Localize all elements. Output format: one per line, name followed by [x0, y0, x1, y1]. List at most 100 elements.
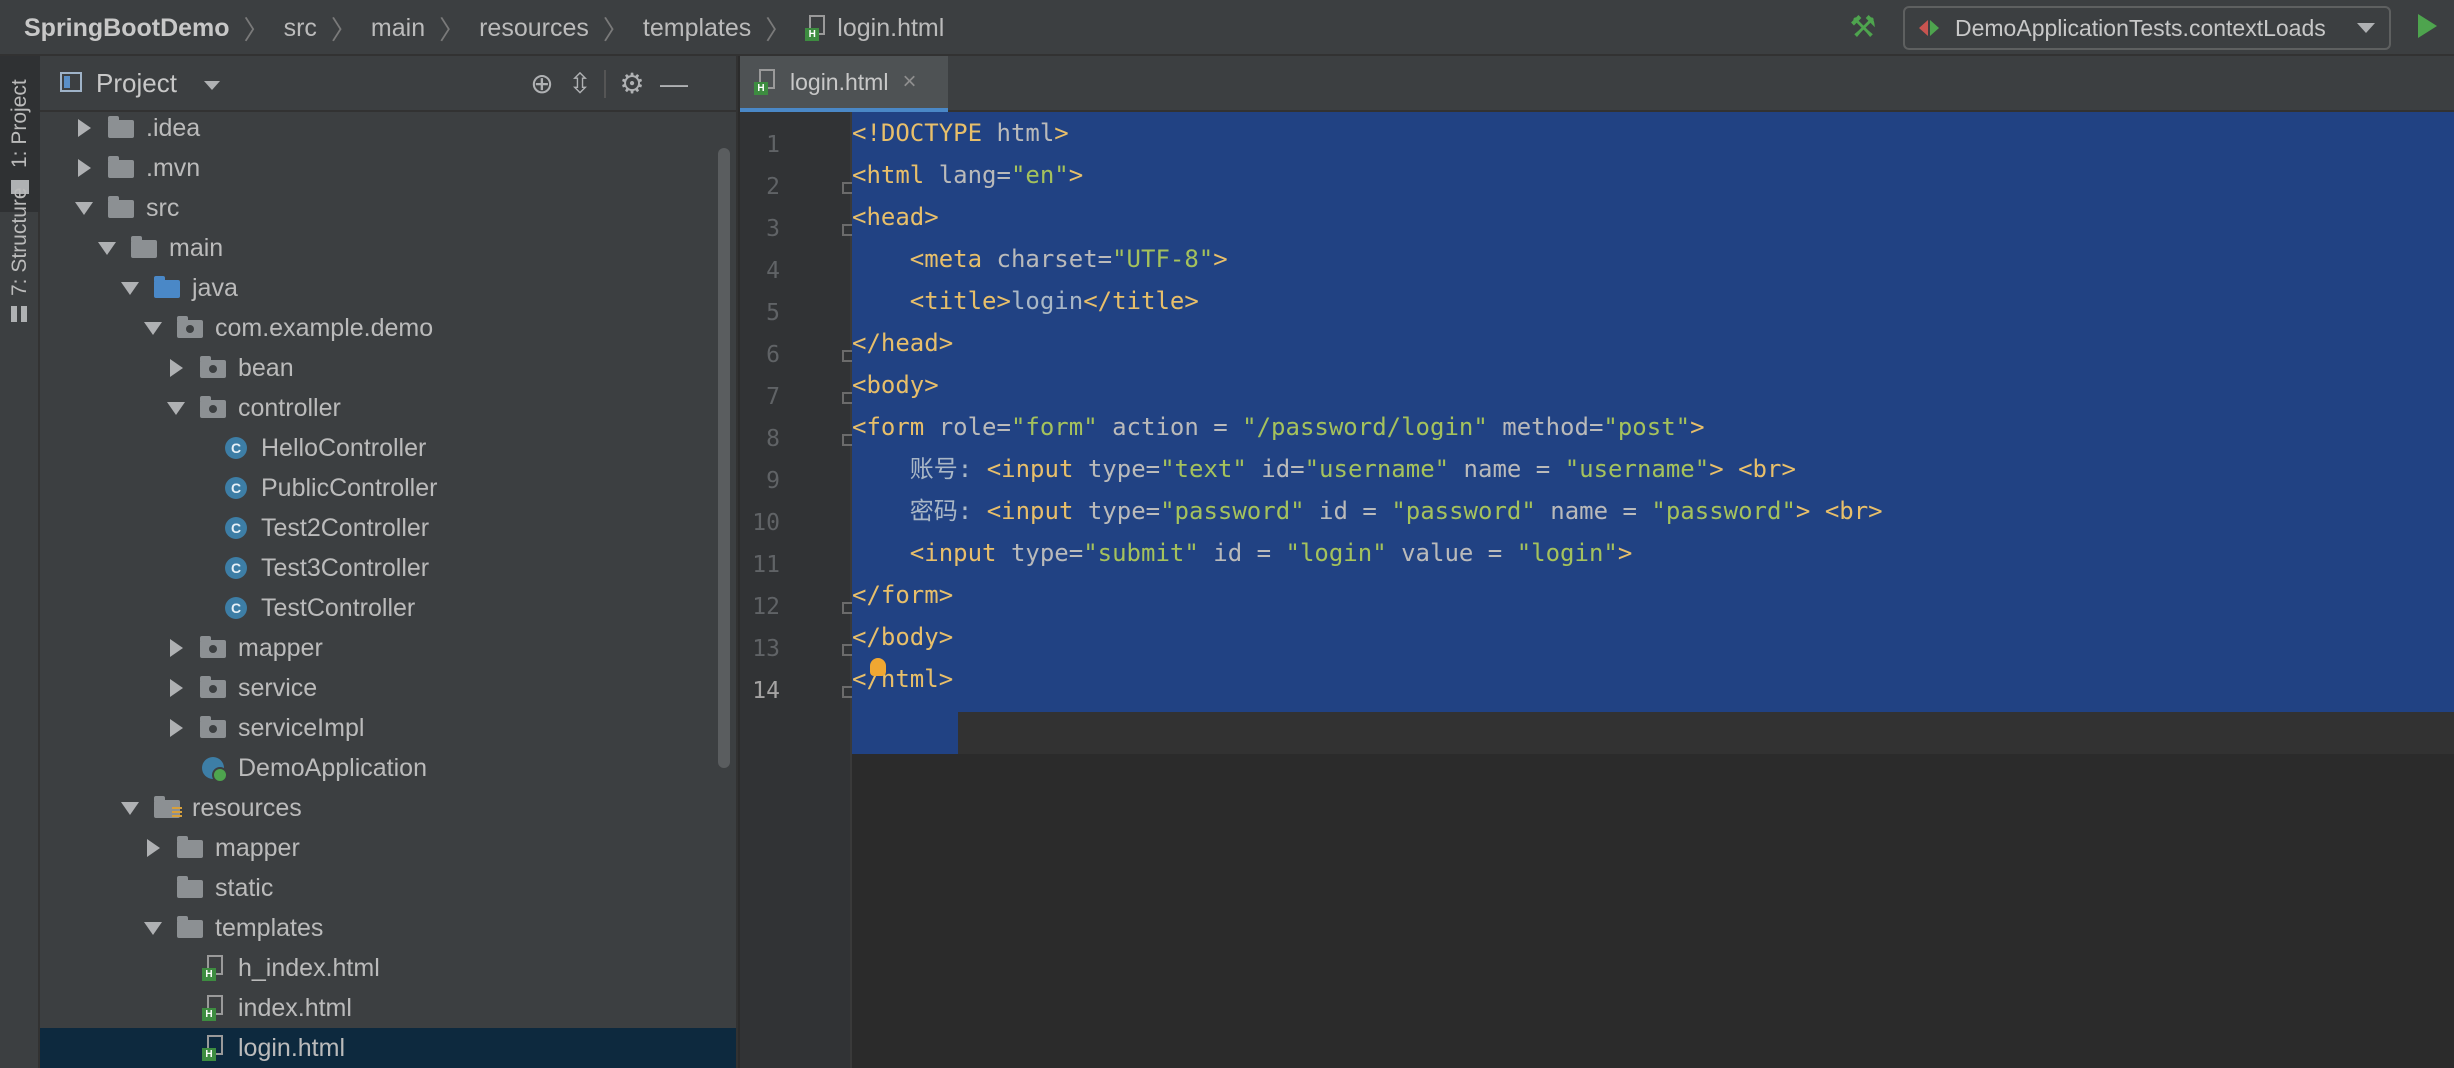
line-number: 13 — [752, 636, 780, 662]
expand-arrow-icon[interactable] — [143, 838, 163, 858]
tree-item[interactable]: src — [40, 188, 736, 228]
collapse-arrow-icon[interactable] — [143, 918, 163, 938]
collapse-arrow-icon[interactable] — [74, 198, 94, 218]
breadcrumb-file[interactable]: H login.html — [805, 14, 944, 43]
folder-icon — [108, 196, 134, 219]
tree-item[interactable]: static — [40, 868, 736, 908]
tree-item[interactable]: resources — [40, 788, 736, 828]
folder-icon — [131, 236, 157, 259]
collapse-arrow-icon[interactable] — [120, 278, 140, 298]
spring-boot-class-icon — [200, 757, 228, 783]
line-number: 1 — [766, 132, 780, 158]
build-hammer-icon[interactable]: ⚒ — [1846, 12, 1880, 44]
code-editor[interactable]: <!DOCTYPE html> <html lang="en"> <head> <m… — [852, 112, 2454, 1068]
code-token: </body> — [852, 623, 954, 651]
expand-arrow-icon[interactable] — [166, 638, 186, 658]
package-icon — [177, 316, 203, 339]
breadcrumb-main[interactable]: main — [371, 14, 425, 43]
editor-area: H login.html × 1 2 3 4 5 6 7 8 9 10 11 12 13 14 <!DOC… — [740, 56, 2454, 1068]
tool-window-project-label: 1: Project — [8, 79, 31, 168]
code-token: "en" — [1010, 161, 1069, 189]
line-number: 14 — [752, 678, 780, 704]
tree-item[interactable]: C TestController — [40, 588, 736, 628]
expand-arrow-icon[interactable] — [166, 358, 186, 378]
locate-file-crosshair-icon[interactable]: ⊕ — [524, 66, 560, 102]
tree-item[interactable]: com.example.demo — [40, 308, 736, 348]
tree-item[interactable]: service — [40, 668, 736, 708]
code-token: > — [1690, 413, 1705, 441]
breadcrumb-src[interactable]: src — [284, 14, 317, 43]
run-play-icon[interactable] — [2418, 14, 2437, 38]
line-number: 2 — [766, 174, 780, 200]
expand-arrow-icon[interactable] — [166, 678, 186, 698]
line-number: 7 — [766, 384, 780, 410]
close-tab-icon[interactable]: × — [902, 68, 916, 96]
tree-item-label: .mvn — [146, 153, 201, 182]
java-class-icon: C — [223, 437, 249, 459]
gear-icon[interactable]: ⚙ — [614, 66, 650, 102]
collapse-arrow-icon[interactable] — [166, 398, 186, 418]
tree-item[interactable]: C PublicController — [40, 468, 736, 508]
code-token: </form> — [852, 581, 954, 609]
code-token: > — [1213, 245, 1228, 273]
project-tree-scrollbar[interactable] — [718, 148, 730, 768]
tree-item[interactable]: .mvn — [40, 148, 736, 188]
collapse-arrow-icon[interactable] — [97, 238, 117, 258]
package-icon — [200, 356, 226, 379]
tree-item-label: HelloController — [261, 433, 427, 462]
breadcrumb-templates[interactable]: templates — [643, 14, 751, 43]
collapse-arrow-icon[interactable] — [120, 798, 140, 818]
breadcrumb-chevron-icon: 〉 — [602, 14, 629, 45]
tree-item[interactable]: mapper — [40, 828, 736, 868]
expand-arrow-icon[interactable] — [74, 158, 94, 178]
tree-item[interactable]: DemoApplication — [40, 748, 736, 788]
tree-item-label: TestController — [261, 593, 416, 622]
tree-item[interactable]: templates — [40, 908, 736, 948]
code-token: </html> — [852, 665, 954, 693]
resources-folder-icon — [154, 796, 182, 819]
java-class-icon: C — [223, 517, 249, 539]
code-token: "login" — [1285, 539, 1387, 567]
tree-item-label: bean — [238, 353, 294, 382]
run-configuration-dropdown[interactable]: DemoApplicationTests.contextLoads — [1903, 6, 2391, 50]
project-tool-window: Project ⊕ ⇳ ⚙ — .idea .mvn src main java com.… — [40, 56, 738, 1068]
breadcrumb-resources[interactable]: resources — [479, 14, 589, 43]
left-tool-window-strip: 1: Project 7: Structure — [0, 56, 40, 1068]
tree-item[interactable]: main — [40, 228, 736, 268]
tree-item[interactable]: serviceImpl — [40, 708, 736, 748]
java-class-icon: C — [223, 477, 249, 499]
editor-tab-login-html[interactable]: H login.html × — [740, 56, 948, 112]
tree-item[interactable]: Hlogin.html — [40, 1028, 736, 1068]
project-panel-title[interactable]: Project — [96, 68, 177, 99]
tree-item-label: serviceImpl — [238, 713, 365, 742]
code-token: name = — [1535, 497, 1652, 525]
chevron-down-icon[interactable] — [204, 81, 220, 90]
breadcrumb-project[interactable]: SpringBootDemo — [24, 14, 230, 43]
tree-item[interactable]: Hh_index.html — [40, 948, 736, 988]
tree-item[interactable]: mapper — [40, 628, 736, 668]
tool-window-structure-tab[interactable]: 7: Structure — [0, 187, 40, 352]
code-token: "post" — [1603, 413, 1691, 441]
tree-item[interactable]: Hindex.html — [40, 988, 736, 1028]
code-token: charset= — [996, 245, 1113, 273]
hide-panel-minus-icon[interactable]: — — [656, 66, 692, 102]
tree-item[interactable]: .idea — [40, 108, 736, 148]
tree-item[interactable]: controller — [40, 388, 736, 428]
tree-item-label: Test2Controller — [261, 513, 430, 542]
tree-item[interactable]: C Test2Controller — [40, 508, 736, 548]
expand-arrow-icon[interactable] — [74, 118, 94, 138]
collapse-arrow-icon[interactable] — [143, 318, 163, 338]
tree-item[interactable]: bean — [40, 348, 736, 388]
code-token: "UTF-8" — [1112, 245, 1214, 273]
intention-bulb-icon[interactable] — [870, 658, 886, 676]
tree-item[interactable]: C HelloController — [40, 428, 736, 468]
code-token: "password" — [1160, 497, 1305, 525]
tree-item[interactable]: C Test3Controller — [40, 548, 736, 588]
code-line: </body> — [852, 616, 953, 658]
collapse-all-icon[interactable]: ⇳ — [562, 66, 598, 102]
tree-item-label: login.html — [238, 1033, 345, 1062]
tree-item[interactable]: java — [40, 268, 736, 308]
expand-arrow-icon[interactable] — [166, 718, 186, 738]
